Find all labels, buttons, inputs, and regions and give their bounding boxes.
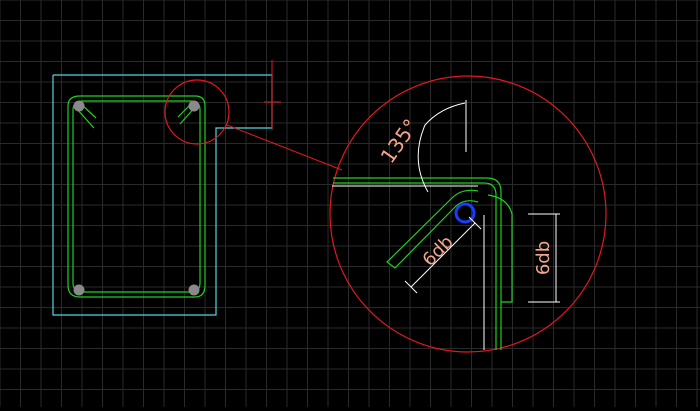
detail-marker-circle <box>164 79 230 145</box>
enlarged-hook-detail: 135° 6db 6db <box>329 75 607 353</box>
hook-angle-label: 135° <box>376 114 423 167</box>
column-section <box>52 60 281 316</box>
angle-arc <box>417 102 466 193</box>
rebar-dot-icon <box>73 100 85 112</box>
rebar-dot-icon <box>73 284 85 296</box>
stirrup-hook-detail-drawing: 135° 6db 6db <box>0 0 700 407</box>
detail-circle <box>329 75 607 353</box>
background-grid <box>0 0 700 407</box>
detail-leader-line <box>226 124 343 171</box>
rebar-dot-icon <box>188 284 200 296</box>
detail-stirrup-outer <box>333 177 502 350</box>
column-outline <box>52 74 273 316</box>
cad-canvas[interactable]: 135° 6db 6db <box>0 0 700 407</box>
bend-extension-label: 6db <box>533 241 554 275</box>
rebar-dot-icon <box>188 100 200 112</box>
stirrup-inner <box>72 100 201 293</box>
